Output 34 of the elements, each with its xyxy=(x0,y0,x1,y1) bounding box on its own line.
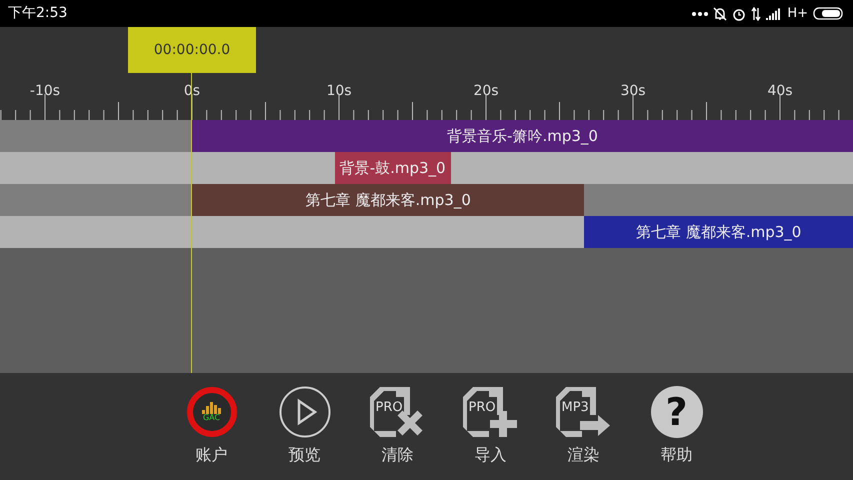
file-type-text: MP3 xyxy=(562,401,589,414)
file-type-text: PRO xyxy=(468,401,496,414)
network-type-text: H+ xyxy=(787,4,808,23)
data-arrows-icon xyxy=(751,6,762,20)
toolbar-button[interactable]: MP3 渲染 xyxy=(537,385,630,467)
toolbar-button[interactable]: ? 帮助 xyxy=(630,385,723,467)
ruler-label: 40s xyxy=(767,82,793,101)
toolbar-button[interactable]: 预览 xyxy=(258,385,351,467)
ruler-label: 10s xyxy=(326,82,352,101)
status-time: 下午2:53 xyxy=(8,4,68,23)
ruler-label: 20s xyxy=(473,82,499,101)
bell-off-icon xyxy=(713,6,728,20)
file-type-text: PRO xyxy=(376,401,403,414)
time-position-display: 00:00:00.0 xyxy=(128,27,256,73)
file-add-icon xyxy=(462,387,518,437)
audio-clip[interactable]: 背景音乐-箫吟.mp3_0 xyxy=(192,120,853,152)
file-remove-icon xyxy=(370,387,426,437)
audio-clip[interactable]: 背景-鼓.mp3_0 xyxy=(334,152,451,184)
toolbar-button[interactable]: PRO 清除 xyxy=(351,385,444,467)
audio-clip[interactable]: 第七章 魔都来客.mp3_0 xyxy=(584,216,853,248)
ruler-label: 30s xyxy=(620,82,646,101)
ruler-label: -10s xyxy=(30,82,60,101)
alarm-icon xyxy=(732,6,746,20)
playhead-line[interactable] xyxy=(191,73,192,373)
toolbar-button[interactable]: PRO 导入 xyxy=(444,385,537,467)
signal-icon xyxy=(766,8,782,20)
help-icon: ? xyxy=(650,386,702,438)
more-dots-icon xyxy=(692,12,708,16)
logo-text: GAC xyxy=(202,414,220,422)
file-export-icon xyxy=(556,387,612,437)
play-icon xyxy=(278,386,330,438)
audio-clip[interactable]: 第七章 魔都来客.mp3_0 xyxy=(192,184,584,216)
toolbar-button[interactable]: GAC 账户 xyxy=(165,385,258,467)
battery-icon xyxy=(813,7,845,20)
